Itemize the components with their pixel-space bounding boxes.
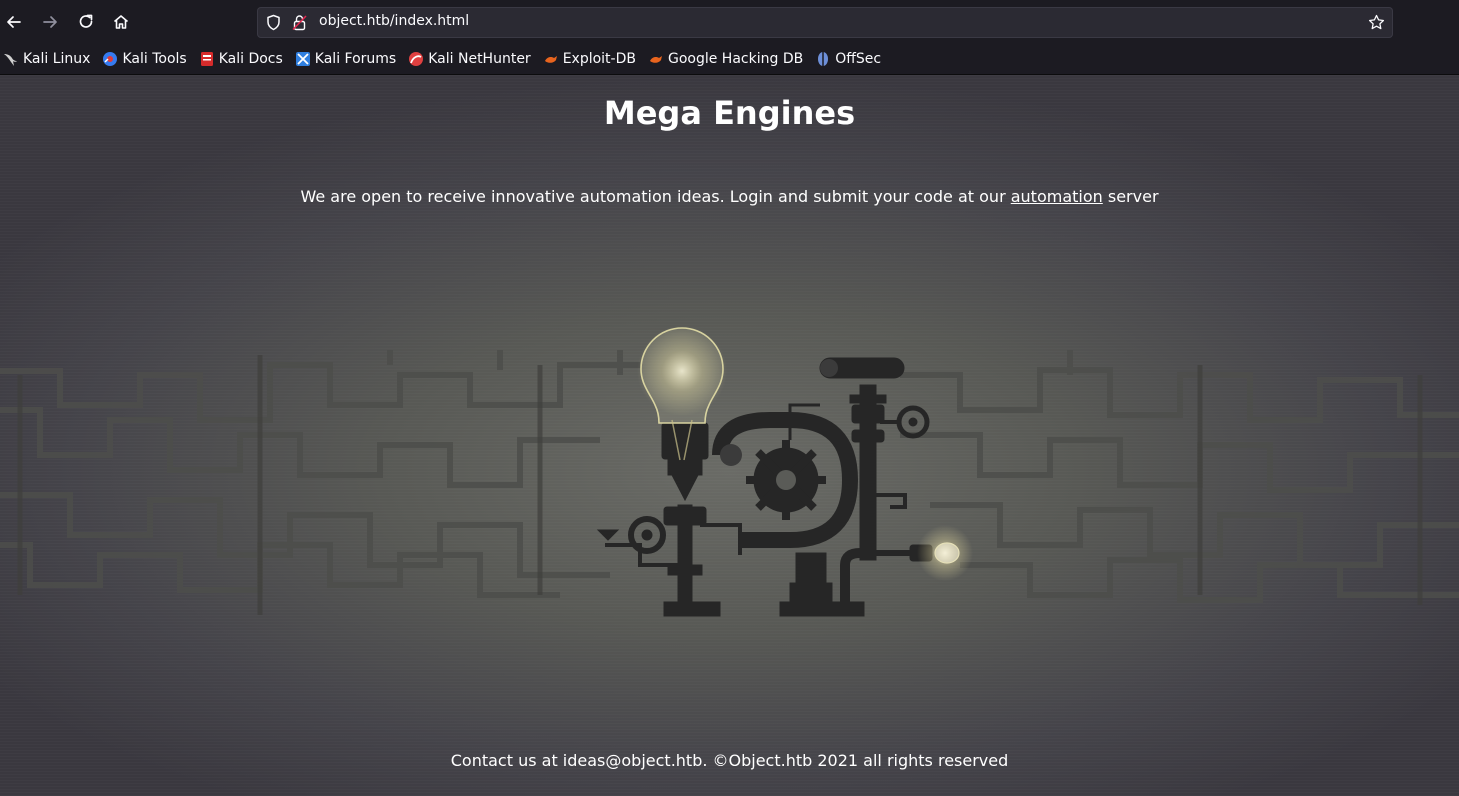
- kali-nethunter-icon: [408, 51, 424, 67]
- forward-button[interactable]: [37, 9, 63, 35]
- small-bulb-icon: [934, 542, 960, 564]
- bookmark-label: Kali Tools: [122, 51, 187, 67]
- bookmark-label: Exploit-DB: [562, 51, 636, 67]
- steampunk-machine-illustration: [0, 326, 1459, 617]
- exploit-db-icon: [543, 51, 559, 67]
- bookmark-kali-linux[interactable]: Kali Linux: [3, 51, 90, 67]
- bookmark-kali-tools[interactable]: Kali Tools: [102, 51, 187, 67]
- page-title: Mega Engines: [603, 94, 856, 132]
- intro-text: We are open to receive innovative automa…: [300, 187, 1011, 206]
- automation-link[interactable]: automation: [1011, 187, 1103, 206]
- url-bar[interactable]: object.htb/index.html: [257, 7, 1393, 38]
- back-button[interactable]: [1, 9, 27, 35]
- bookmarks-toolbar: Kali Linux Kali Tools Kali Docs Kali For…: [0, 44, 1459, 75]
- footer-text: Contact us at ideas@object.htb. ©Object.…: [450, 751, 1009, 770]
- bookmark-label: Kali NetHunter: [428, 51, 531, 67]
- reload-icon: [79, 14, 93, 28]
- light-bulb-icon: [640, 327, 724, 424]
- page-content: Mega Engines We are open to receive inno…: [0, 75, 1459, 796]
- home-icon: [113, 15, 129, 29]
- bookmark-label: Kali Forums: [314, 51, 397, 67]
- bookmark-kali-nethunter[interactable]: Kali NetHunter: [408, 51, 531, 67]
- bookmark-label: Kali Docs: [218, 51, 283, 67]
- insecure-lock-icon[interactable]: [291, 14, 308, 31]
- url-text[interactable]: object.htb/index.html: [319, 13, 469, 29]
- ghdb-icon: [648, 51, 664, 67]
- kali-forums-icon: [295, 51, 311, 67]
- bookmark-offsec[interactable]: OffSec: [815, 51, 881, 67]
- kali-docs-icon: [199, 51, 215, 67]
- intro-paragraph: We are open to receive innovative automa…: [0, 187, 1459, 206]
- bookmark-label: Kali Linux: [23, 51, 91, 67]
- home-button[interactable]: [108, 9, 134, 35]
- reload-button[interactable]: [73, 9, 99, 35]
- shield-icon[interactable]: [265, 14, 282, 31]
- arrow-right-icon: [43, 16, 57, 28]
- offsec-icon: [815, 51, 831, 67]
- bookmark-kali-forums[interactable]: Kali Forums: [295, 51, 396, 67]
- kali-dragon-icon: [3, 51, 19, 67]
- intro-text-tail: server: [1102, 187, 1159, 206]
- bookmark-exploit-db[interactable]: Exploit-DB: [543, 51, 636, 67]
- bookmark-label: Google Hacking DB: [667, 51, 804, 67]
- bookmark-label: OffSec: [835, 51, 882, 67]
- arrow-left-icon: [7, 16, 21, 28]
- kali-tools-icon: [102, 51, 118, 67]
- bookmark-star-icon[interactable]: [1368, 14, 1385, 31]
- background-pipes: [0, 350, 1459, 603]
- bookmark-kali-docs[interactable]: Kali Docs: [199, 51, 283, 67]
- bookmark-google-hacking-db[interactable]: Google Hacking DB: [648, 51, 803, 67]
- browser-toolbar: object.htb/index.html: [0, 0, 1459, 44]
